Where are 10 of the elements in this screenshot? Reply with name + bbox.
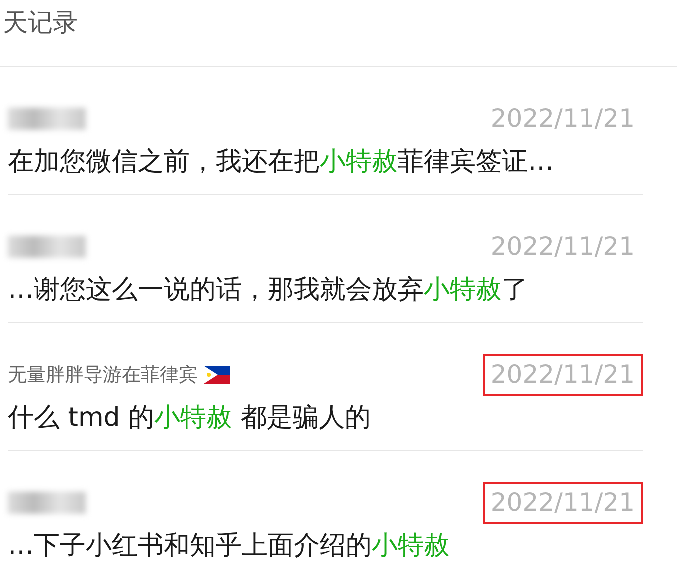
page-title: 天记录 <box>3 8 78 37</box>
sender-name: 无量胖胖导游在菲律宾 <box>8 362 198 388</box>
message-text[interactable]: 什么 tmd 的小特赦 都是骗人的 <box>8 399 643 438</box>
message-date: 2022/11/21 <box>490 231 636 264</box>
message-date: 2022/11/21 <box>490 103 636 136</box>
message-text[interactable]: …谢您这么一说的话，那我就会放弃小特赦了 <box>8 271 643 310</box>
message-text[interactable]: 在加您微信之前，我还在把小特赦菲律宾签证… <box>8 143 643 182</box>
message-text[interactable]: …下子小红书和知乎上面介绍的小特赦 <box>8 527 643 566</box>
message-date: 2022/11/21 <box>482 354 643 396</box>
message-date: 2022/11/21 <box>482 482 643 524</box>
